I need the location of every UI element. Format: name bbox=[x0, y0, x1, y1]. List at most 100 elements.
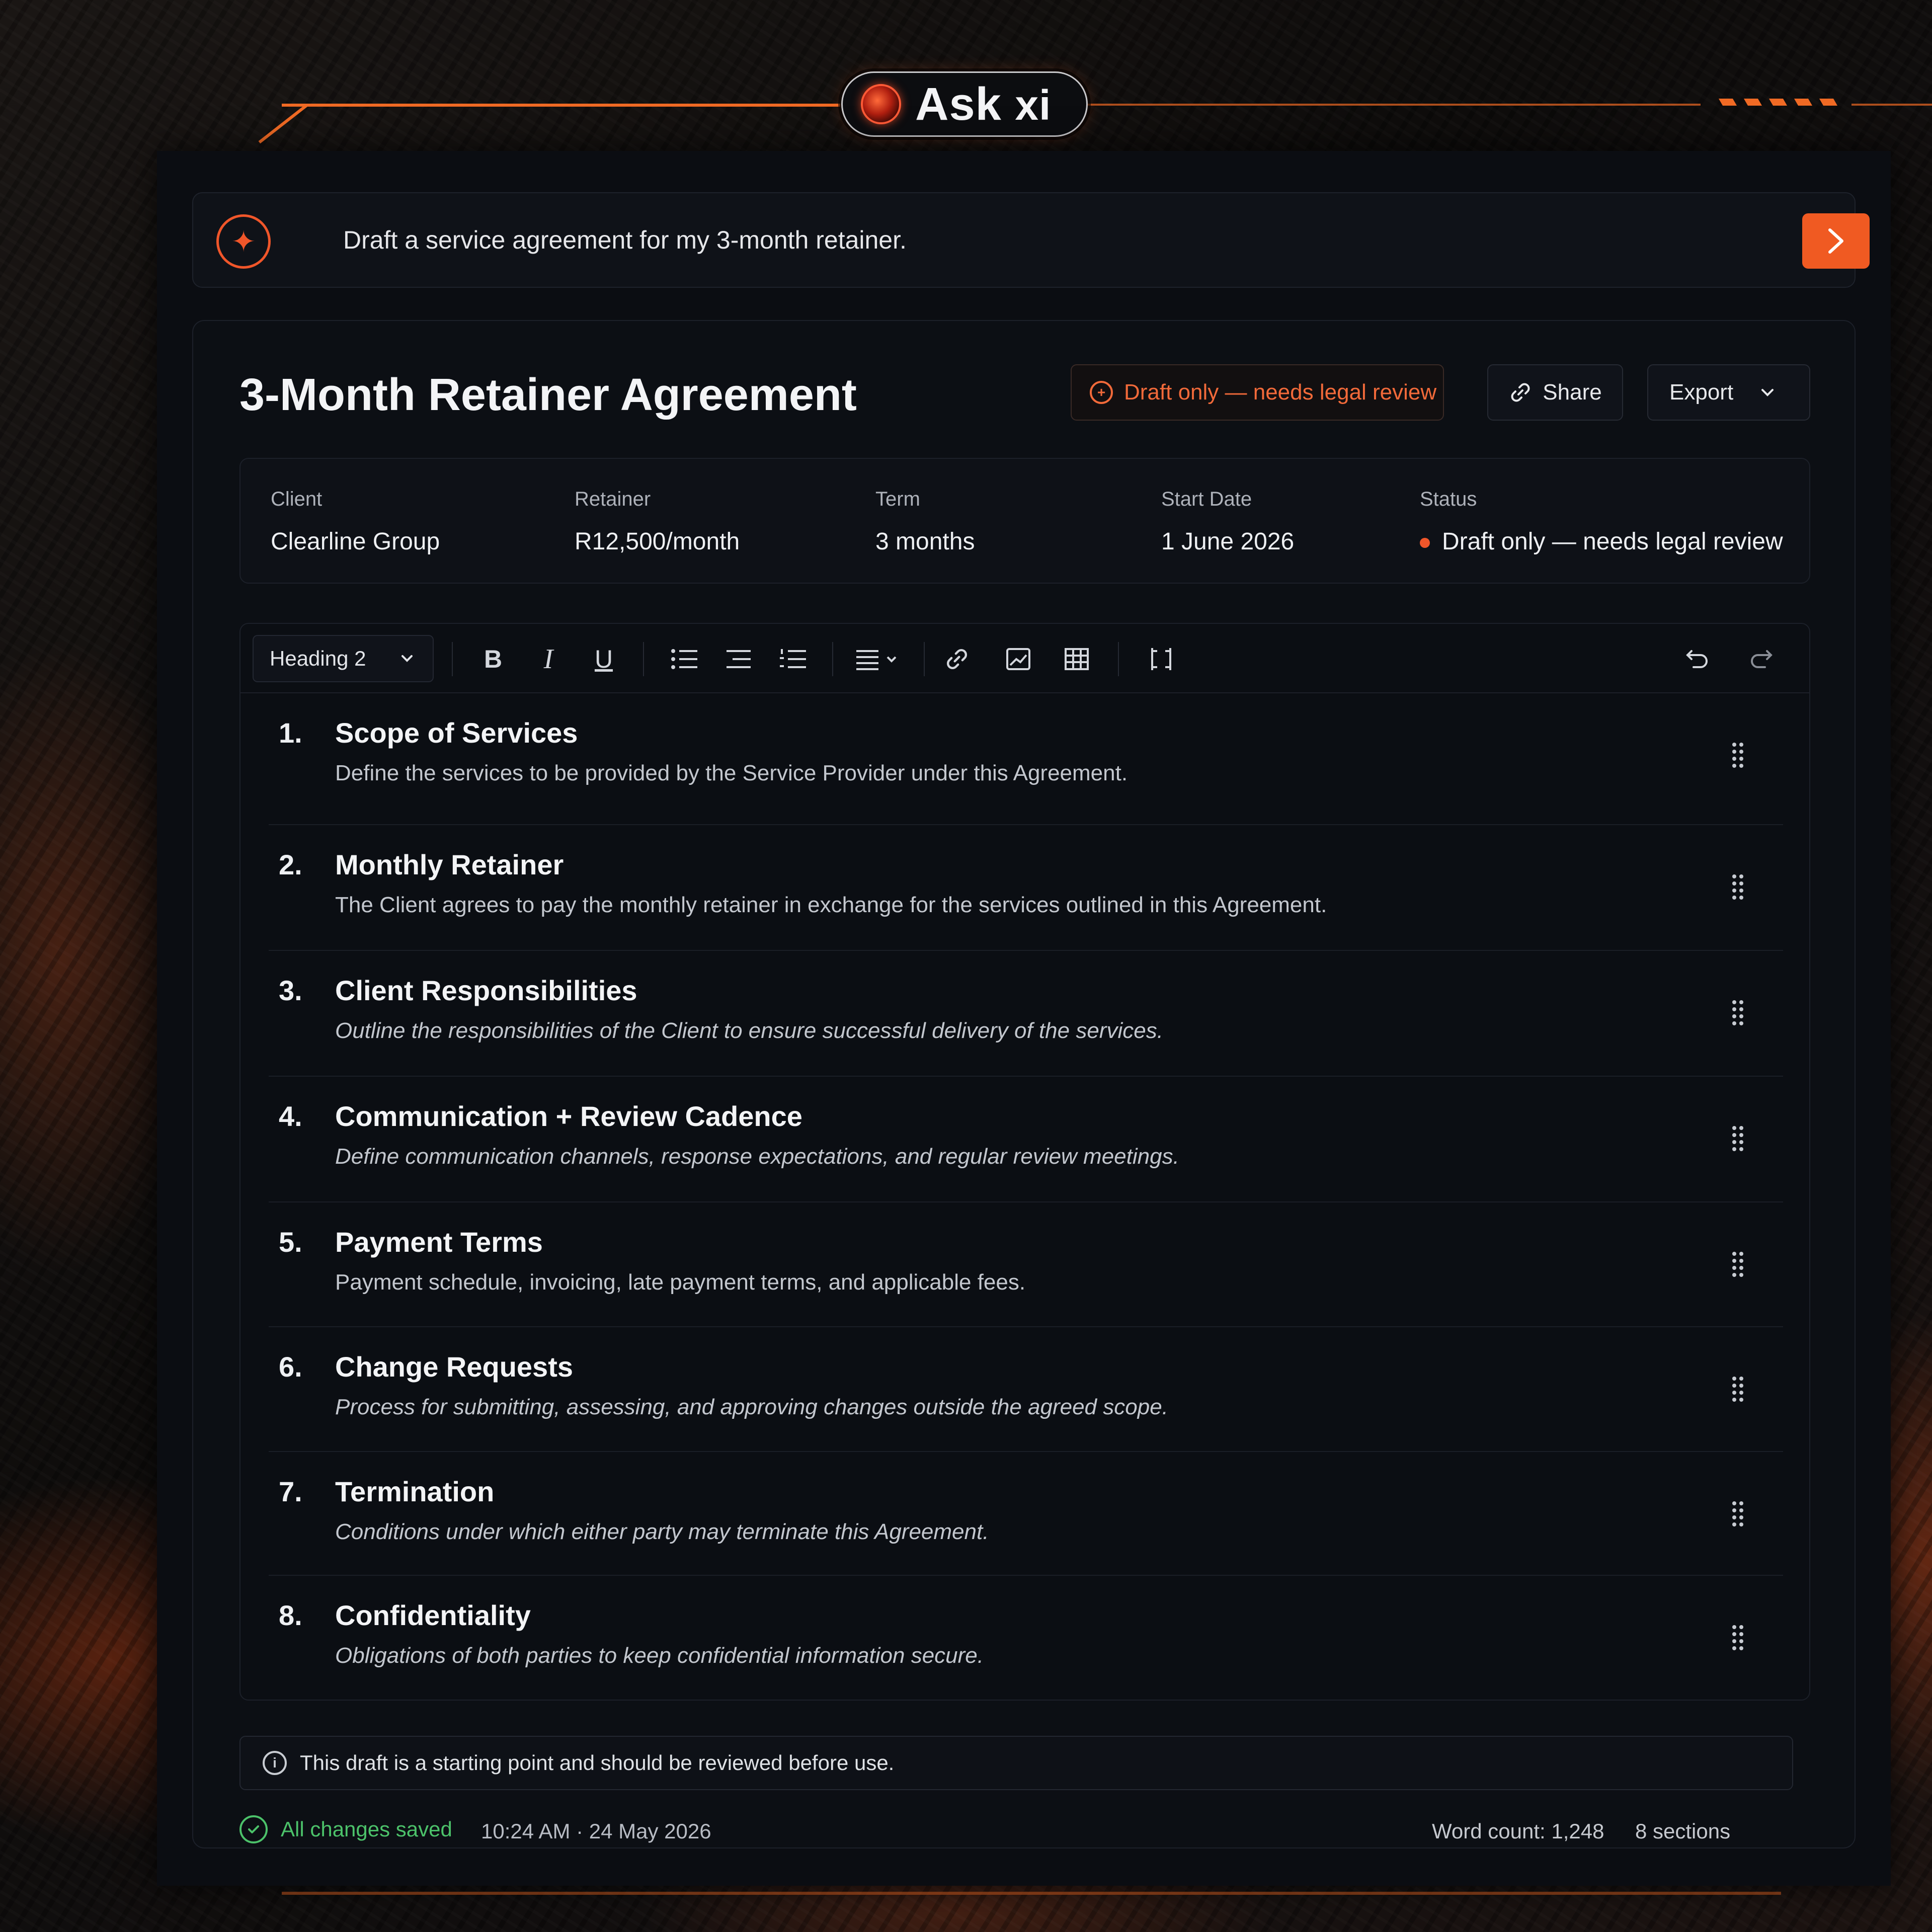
section-item[interactable]: 8. Confidentiality Obligations of both p… bbox=[269, 1576, 1783, 1696]
bullet-list-icon bbox=[671, 649, 697, 669]
redo-button[interactable] bbox=[1744, 642, 1778, 676]
section-title[interactable]: Change Requests bbox=[335, 1350, 573, 1383]
client-field: Client Clearline Group bbox=[271, 488, 440, 555]
prompt-text[interactable]: Draft a service agreement for my 3-month… bbox=[343, 225, 907, 255]
indent-list-button[interactable] bbox=[721, 642, 756, 676]
retainer-label: Retainer bbox=[575, 488, 651, 510]
numbered-list-icon bbox=[780, 649, 806, 668]
insert-image-button[interactable] bbox=[1001, 642, 1035, 676]
drag-handle-icon[interactable] bbox=[1728, 1622, 1748, 1652]
footer-frame-line bbox=[282, 1892, 1781, 1895]
drag-handle-icon[interactable] bbox=[1728, 740, 1748, 770]
section-number: 5. bbox=[279, 1226, 302, 1258]
section-number: 4. bbox=[279, 1100, 302, 1132]
header-frame-line-end bbox=[1852, 104, 1932, 106]
insert-link-button[interactable] bbox=[940, 642, 974, 676]
undo-button[interactable] bbox=[1680, 642, 1715, 676]
italic-button[interactable]: I bbox=[531, 642, 566, 676]
section-description[interactable]: Payment schedule, invoicing, late paymen… bbox=[335, 1270, 1025, 1295]
prompt-bar[interactable]: ✦ Draft a service agreement for my 3-mon… bbox=[192, 192, 1870, 288]
plus-circle-icon: + bbox=[1090, 381, 1113, 404]
section-description[interactable]: Process for submitting, assessing, and a… bbox=[335, 1395, 1168, 1420]
bold-button[interactable]: B bbox=[476, 642, 510, 676]
term-field: Term 3 months bbox=[875, 488, 975, 555]
table-icon bbox=[1065, 648, 1089, 670]
document-editor[interactable]: Heading 2 B I U 1. Scope of Services Def… bbox=[239, 623, 1810, 1701]
status-field: Status Draft only — needs legal review bbox=[1420, 488, 1783, 555]
status-dot bbox=[1420, 538, 1430, 548]
section-title[interactable]: Termination bbox=[335, 1475, 494, 1508]
section-title[interactable]: Scope of Services bbox=[335, 716, 578, 749]
section-title[interactable]: Payment Terms bbox=[335, 1226, 543, 1258]
start-date-value: 1 June 2026 bbox=[1161, 528, 1295, 555]
numbered-list-button[interactable] bbox=[776, 642, 810, 676]
section-title[interactable]: Client Responsibilities bbox=[335, 974, 637, 1007]
heading-style-select[interactable]: Heading 2 bbox=[253, 635, 434, 682]
retainer-field: Retainer R12,500/month bbox=[575, 488, 740, 555]
section-item[interactable]: 4. Communication + Review Cadence Define… bbox=[269, 1077, 1783, 1202]
italic-icon: I bbox=[543, 643, 553, 675]
save-status: All changes saved bbox=[239, 1815, 452, 1843]
export-label: Export bbox=[1669, 380, 1734, 405]
status-text: Draft only — needs legal review bbox=[1442, 528, 1783, 555]
section-number: 7. bbox=[279, 1476, 302, 1507]
link-icon bbox=[946, 649, 968, 670]
redo-icon bbox=[1751, 650, 1773, 668]
section-description[interactable]: Define the services to be provided by th… bbox=[335, 761, 1128, 786]
section-description[interactable]: Obligations of both parties to keep conf… bbox=[335, 1643, 984, 1668]
section-description[interactable]: The Client agrees to pay the monthly ret… bbox=[335, 893, 1327, 918]
section-title[interactable]: Confidentiality bbox=[335, 1599, 531, 1632]
start-date-field: Start Date 1 June 2026 bbox=[1161, 488, 1294, 555]
bold-icon: B bbox=[484, 645, 503, 673]
agreement-details: Client Clearline Group Retainer R12,500/… bbox=[239, 458, 1810, 584]
section-title[interactable]: Communication + Review Cadence bbox=[335, 1100, 802, 1133]
status-label: Status bbox=[1420, 488, 1477, 510]
logo-text: Ask xi bbox=[915, 78, 1051, 131]
app-window: ✦ Draft a service agreement for my 3-mon… bbox=[157, 151, 1891, 1886]
editor-toolbar: Heading 2 B I U bbox=[240, 624, 1809, 693]
page-break-button[interactable] bbox=[1144, 642, 1178, 676]
saved-timestamp: 10:24 AM · 24 May 2026 bbox=[481, 1819, 711, 1843]
align-dropdown[interactable] bbox=[849, 642, 910, 676]
sections-count: 8 sections bbox=[1635, 1819, 1731, 1843]
review-notice-text: This draft is a starting point and shoul… bbox=[300, 1751, 895, 1775]
underline-button[interactable]: U bbox=[587, 642, 621, 676]
section-description[interactable]: Outline the responsibilities of the Clie… bbox=[335, 1018, 1163, 1043]
drag-handle-icon[interactable] bbox=[1728, 1374, 1748, 1404]
section-item[interactable]: 1. Scope of Services Define the services… bbox=[269, 693, 1783, 825]
drag-handle-icon[interactable] bbox=[1728, 1249, 1748, 1279]
toolbar-separator bbox=[643, 642, 644, 676]
check-circle-icon bbox=[239, 1815, 268, 1843]
term-label: Term bbox=[875, 488, 920, 510]
retainer-value: R12,500/month bbox=[575, 528, 740, 555]
chevron-right-icon bbox=[1828, 228, 1843, 254]
section-description[interactable]: Define communication channels, response … bbox=[335, 1144, 1179, 1169]
section-item[interactable]: 5. Payment Terms Payment schedule, invoi… bbox=[269, 1202, 1783, 1327]
export-dropdown[interactable]: Export bbox=[1647, 364, 1810, 421]
header-frame-line-right bbox=[1087, 104, 1701, 106]
section-item[interactable]: 7. Termination Conditions under which ei… bbox=[269, 1452, 1783, 1576]
word-count: Word count: 1,248 bbox=[1432, 1819, 1604, 1843]
drag-handle-icon[interactable] bbox=[1728, 1123, 1748, 1153]
section-item[interactable]: 2. Monthly Retainer The Client agrees to… bbox=[269, 825, 1783, 951]
section-item[interactable]: 3. Client Responsibilities Outline the r… bbox=[269, 951, 1783, 1077]
drag-handle-icon[interactable] bbox=[1728, 1498, 1748, 1528]
drag-handle-icon[interactable] bbox=[1728, 997, 1748, 1027]
share-button[interactable]: Share bbox=[1487, 364, 1623, 421]
app-logo: Ask xi bbox=[841, 71, 1088, 137]
chevron-down-icon bbox=[401, 655, 413, 662]
drag-handle-icon[interactable] bbox=[1728, 871, 1748, 902]
status-footer: All changes saved 10:24 AM · 24 May 2026… bbox=[239, 1804, 1810, 1849]
save-status-label: All changes saved bbox=[281, 1817, 452, 1841]
section-title[interactable]: Monthly Retainer bbox=[335, 848, 564, 881]
send-button[interactable] bbox=[1802, 213, 1870, 269]
section-description[interactable]: Conditions under which either party may … bbox=[335, 1519, 989, 1545]
toolbar-separator bbox=[832, 642, 833, 676]
underline-icon: U bbox=[594, 645, 613, 673]
insert-table-button[interactable] bbox=[1060, 642, 1094, 676]
bullet-list-button[interactable] bbox=[667, 642, 701, 676]
section-item[interactable]: 6. Change Requests Process for submittin… bbox=[269, 1327, 1783, 1452]
section-number: 1. bbox=[279, 717, 302, 749]
section-number: 2. bbox=[279, 849, 302, 880]
align-icon bbox=[856, 650, 897, 670]
